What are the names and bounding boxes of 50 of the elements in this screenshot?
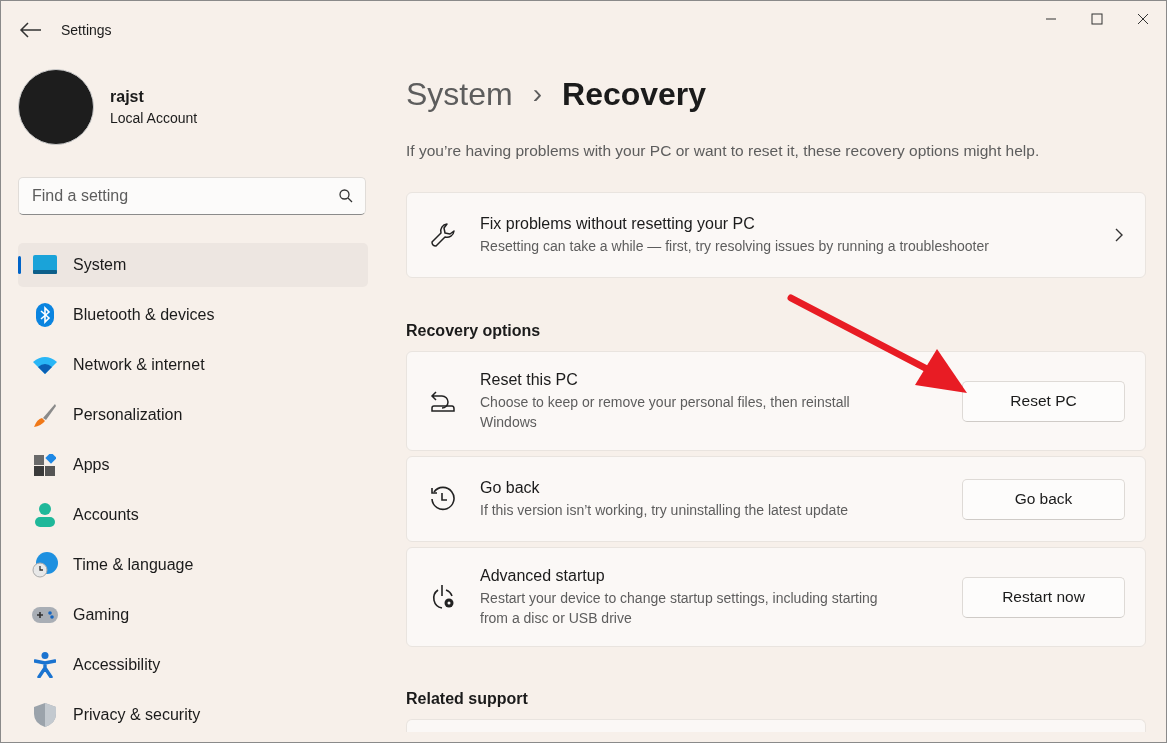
breadcrumb-link[interactable]: System xyxy=(406,75,513,113)
sidebar-item[interactable]: Personalization xyxy=(18,393,368,437)
reset-icon xyxy=(430,389,456,413)
card-title: Advanced startup xyxy=(480,566,606,585)
power-gear-icon xyxy=(430,584,456,610)
sidebar-item[interactable]: Accounts xyxy=(18,493,368,537)
sidebar-item[interactable]: Bluetooth & devices xyxy=(18,293,368,337)
back-arrow-icon[interactable] xyxy=(17,20,43,40)
page-title: Recovery xyxy=(562,75,707,113)
sidebar-item[interactable]: System xyxy=(18,243,368,287)
person-icon xyxy=(34,503,56,527)
account-name: rajst xyxy=(110,88,145,106)
bluetooth-icon xyxy=(35,303,55,327)
sidebar-item[interactable]: Accessibility xyxy=(18,643,368,687)
account-type: Local Account xyxy=(110,110,198,126)
history-icon xyxy=(430,486,456,512)
card-subtitle: Restart your device to change startup settings, including starting from a disc or USB drive xyxy=(480,588,879,628)
sidebar-item[interactable]: Time & language xyxy=(18,543,368,587)
globe-clock-icon xyxy=(32,552,58,578)
sidebar-item[interactable]: Apps xyxy=(18,443,368,487)
apps-icon xyxy=(34,454,56,476)
wrench-icon xyxy=(430,222,456,248)
accessibility-icon xyxy=(34,652,56,678)
page-description: If you’re having problems with your PC or want to reset it, these recovery options might help. xyxy=(406,142,1041,160)
action-button[interactable]: Go back xyxy=(962,478,1125,520)
card-title: Reset this PC xyxy=(480,370,579,389)
search-field[interactable]: Find a setting xyxy=(18,177,366,215)
breadcrumb-separator: › xyxy=(532,78,542,110)
card-subtitle: If this version isn’t working, try uninstalling the latest update xyxy=(480,500,850,520)
sidebar-item[interactable]: Gaming xyxy=(18,593,368,637)
monitor-icon xyxy=(33,255,57,275)
window-title: Settings xyxy=(61,22,112,38)
shield-icon xyxy=(34,703,56,727)
card-subtitle: Choose to keep or remove your personal files, then reinstall Windows xyxy=(480,392,851,432)
paintbrush-icon xyxy=(33,403,57,427)
wifi-icon xyxy=(33,356,57,374)
card-title: Fix problems without resetting your PC xyxy=(480,214,756,233)
settings-card[interactable]: Fix problems without resetting your PC Resetting can take a while — first, try resolving issues by running a troubleshooter xyxy=(406,192,1146,278)
action-button[interactable]: Restart now xyxy=(962,576,1125,618)
section-heading: Recovery options xyxy=(406,322,542,340)
sidebar-item[interactable]: Privacy & security xyxy=(18,693,368,737)
card-subtitle: Resetting can take a while — first, try resolving issues by running a troubleshooter xyxy=(480,236,990,256)
gamepad-icon xyxy=(32,606,58,624)
action-button[interactable]: Reset PC xyxy=(962,380,1125,422)
search-input[interactable]: Find a setting xyxy=(32,178,339,214)
card-title: Go back xyxy=(480,478,541,497)
chevron-right-icon[interactable] xyxy=(1113,227,1125,243)
search-icon xyxy=(339,189,353,203)
section-heading: Related support xyxy=(406,690,529,708)
sidebar-item[interactable]: Network & internet xyxy=(18,343,368,387)
